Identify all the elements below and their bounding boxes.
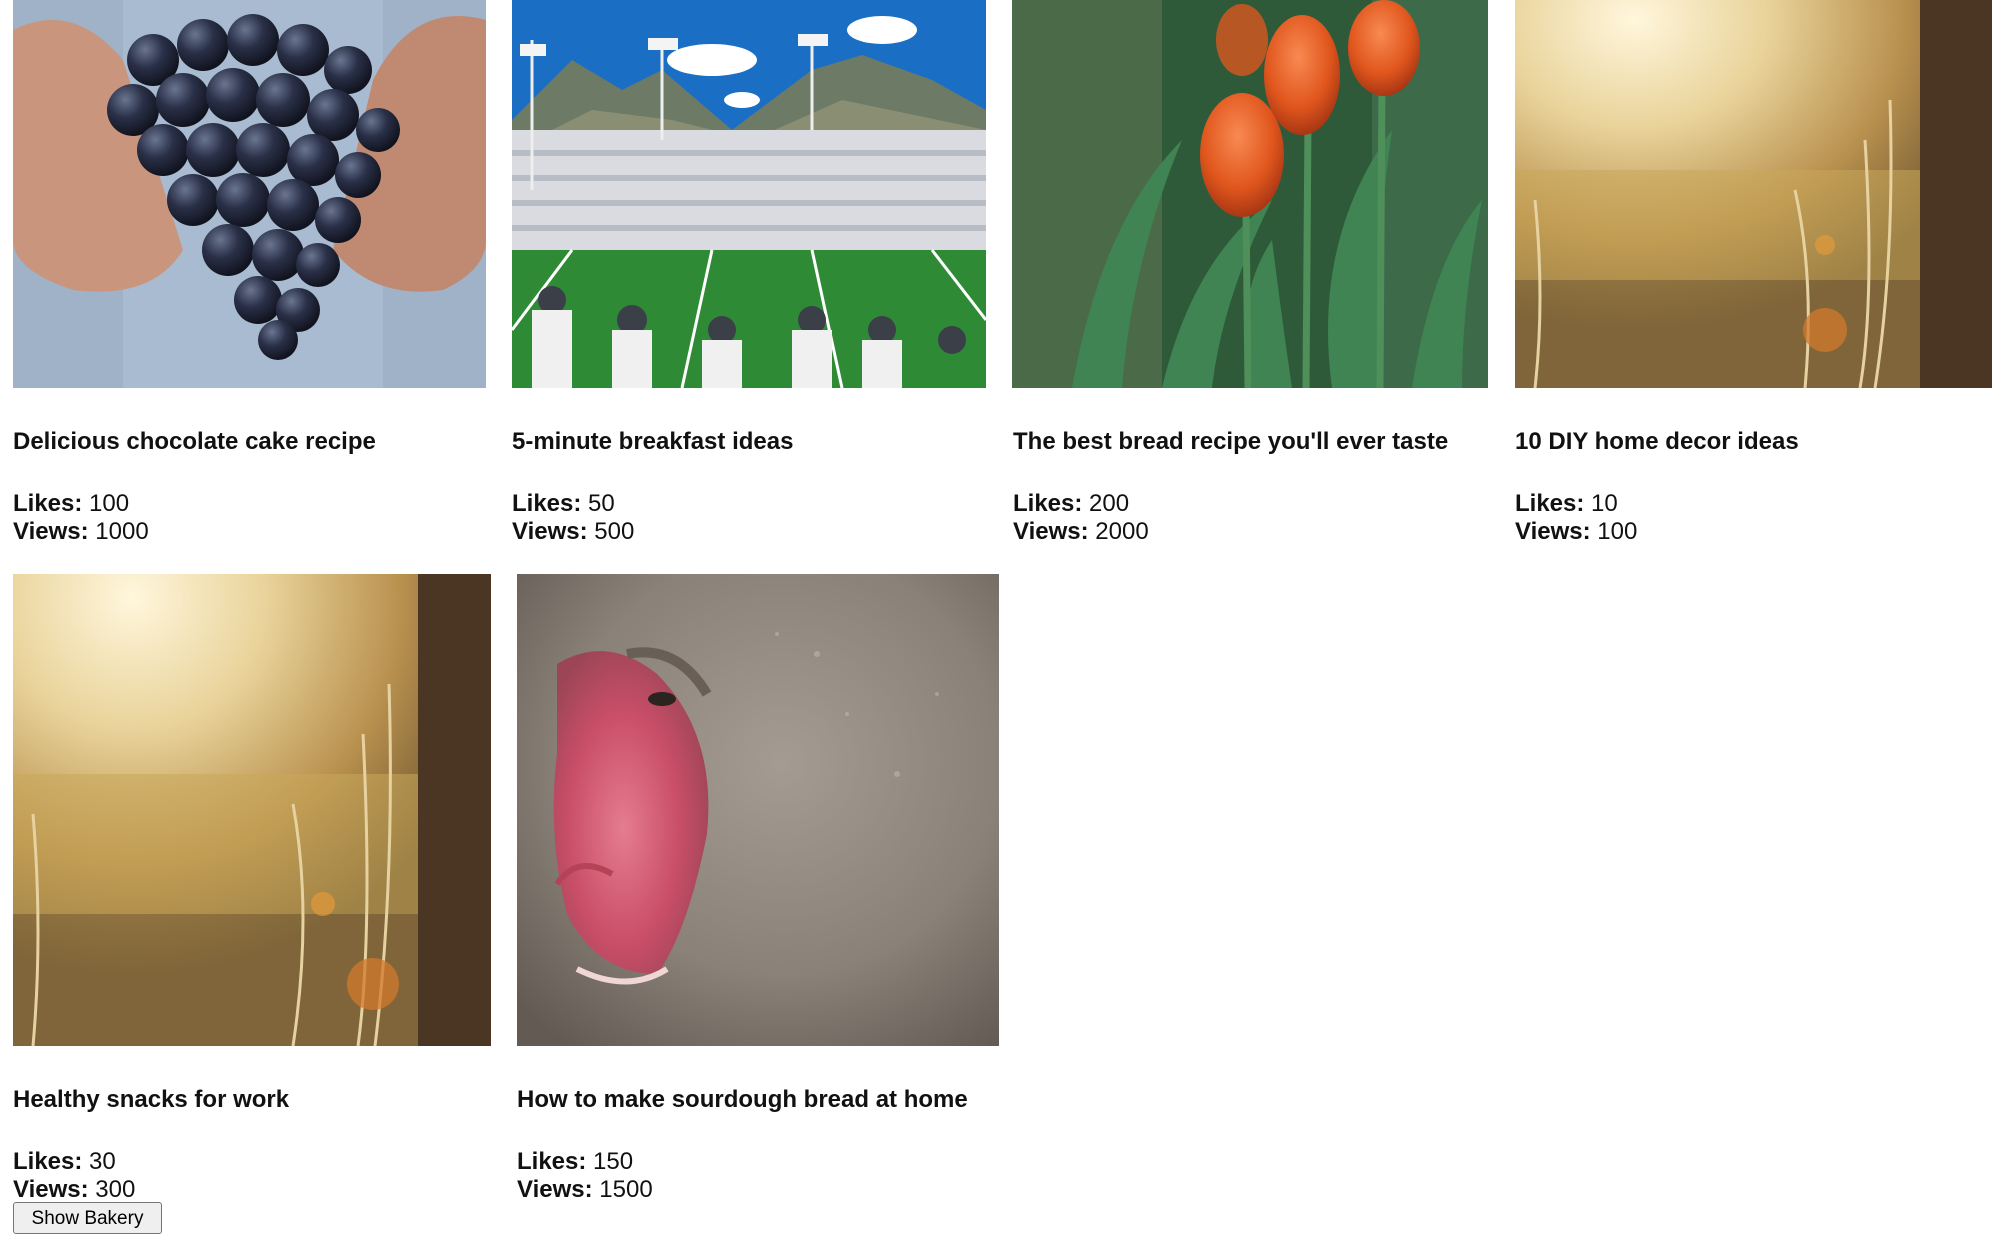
post-likes: Likes: 30 — [13, 1148, 116, 1175]
post-likes: Likes: 10 — [1515, 490, 1618, 517]
post-title: Healthy snacks for work — [13, 1086, 290, 1113]
post-image — [517, 574, 999, 1046]
show-bakery-button[interactable]: Show Bakery — [13, 1202, 162, 1234]
post-title: Delicious chocolate cake recipe — [13, 428, 376, 455]
post-image — [1515, 0, 1992, 388]
post-image — [13, 574, 491, 1046]
post-image — [1012, 0, 1488, 388]
post-title: 10 DIY home decor ideas — [1515, 428, 1799, 455]
post-likes: Likes: 50 — [512, 490, 615, 517]
post-views: Views: 100 — [1515, 518, 1638, 545]
post-image — [13, 0, 486, 388]
post-likes: Likes: 100 — [13, 490, 130, 517]
post-views: Views: 1000 — [13, 518, 149, 545]
post-views: Views: 2000 — [1013, 518, 1149, 545]
post-title: 5-minute breakfast ideas — [512, 428, 794, 455]
post-views: Views: 1500 — [517, 1176, 653, 1203]
post-title: How to make sourdough bread at home — [517, 1086, 968, 1113]
post-views: Views: 500 — [512, 518, 635, 545]
post-likes: Likes: 150 — [517, 1148, 634, 1175]
post-title: The best bread recipe you'll ever taste — [1013, 428, 1449, 455]
post-views: Views: 300 — [13, 1176, 136, 1203]
post-likes: Likes: 200 — [1013, 490, 1130, 517]
post-image — [512, 0, 986, 388]
